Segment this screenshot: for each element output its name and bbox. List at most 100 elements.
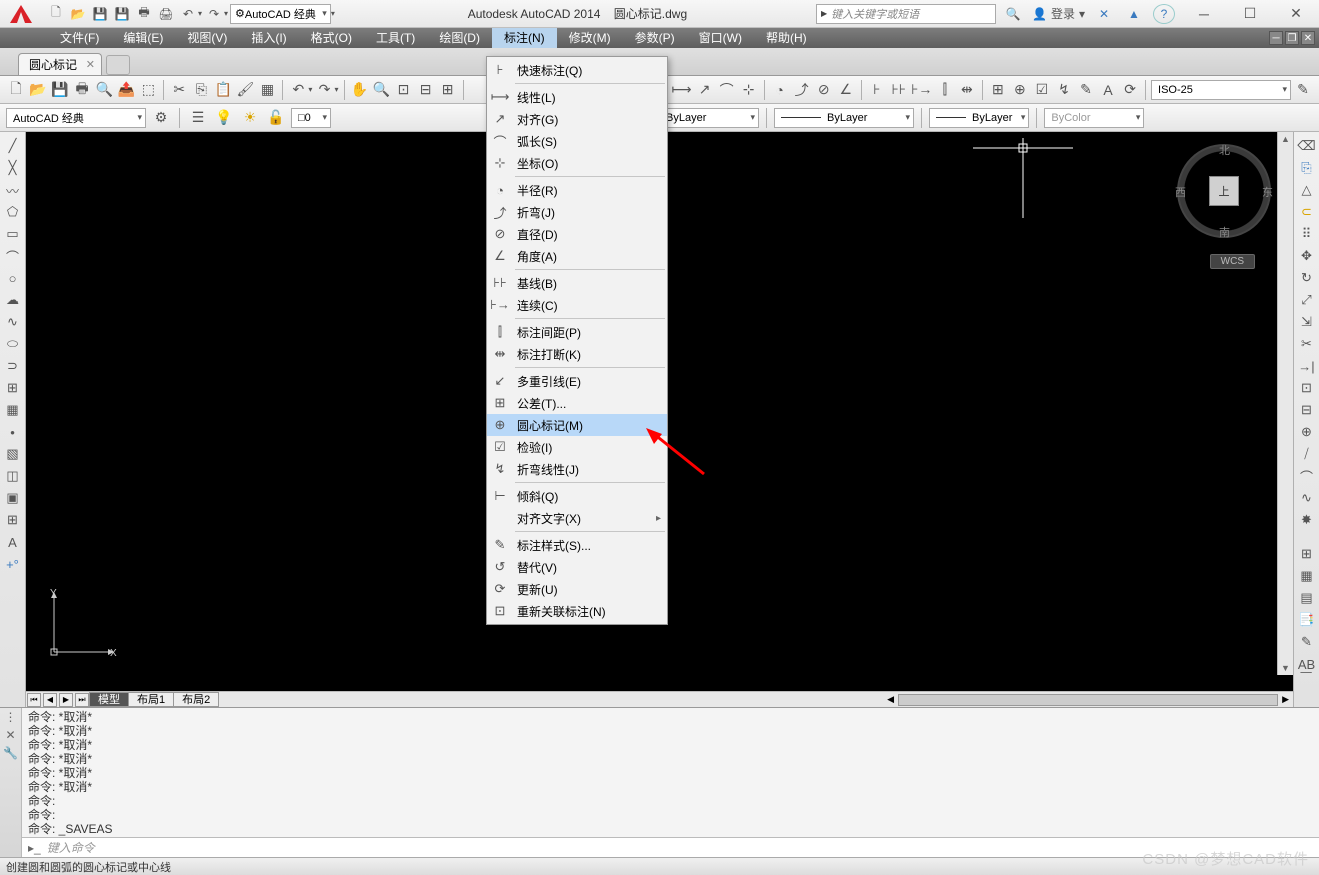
layer-color-swatch[interactable]: □ 0 [291,108,331,128]
menu-item-更新[interactable]: ⟳更新(U) [487,578,667,600]
menu-标注[interactable]: 标注(N) [492,28,557,48]
workspace-selector[interactable]: ⚙ AutoCAD 经典 [230,4,331,24]
linetype-combo[interactable]: ByLayer [659,108,759,128]
gear-icon[interactable]: ⚙ [150,107,172,129]
layer-freeze-icon[interactable]: ☀ [239,107,261,129]
layer-lock-icon[interactable]: 🔓 [265,107,287,129]
doc-restore-icon[interactable]: ❐ [1285,31,1299,45]
menu-item-线性[interactable]: ⟼线性(L) [487,86,667,108]
block-icon[interactable]: ▦ [2,400,24,420]
viewcube-top-face[interactable]: 上 [1209,176,1239,206]
menu-item-坐标[interactable]: ⊹坐标(O) [487,152,667,174]
xline-icon[interactable]: ╳ [2,158,24,178]
gradient-icon[interactable]: ◫ [2,466,24,486]
copy-icon[interactable]: ⎘ [191,79,211,101]
redo-icon[interactable]: ↷ [314,79,334,101]
qat-more[interactable]: ▾ [331,9,335,18]
search-button-icon[interactable]: 🔍 [1002,4,1024,24]
menu-item-弧长[interactable]: ⌒弧长(S) [487,130,667,152]
command-history[interactable]: 命令: *取消*命令: *取消*命令: *取消*命令: *取消*命令: *取消*… [22,708,1319,837]
tpal-icon[interactable]: ▤ [1296,588,1318,608]
menu-修改[interactable]: 修改(M) [557,28,623,48]
app-menu-icon[interactable] [0,0,42,28]
layout1-tab[interactable]: 布局1 [128,692,174,707]
dim-arc-icon[interactable]: ⌒ [717,79,737,101]
menu-item-多重引线[interactable]: ↙多重引线(E) [487,370,667,392]
stretch-icon[interactable]: ⇲ [1296,312,1318,332]
mtext-icon[interactable]: A [2,532,24,552]
dim-dia-icon[interactable]: ⊘ [814,79,834,101]
new-icon[interactable]: 🗋 [6,79,26,101]
layer-on-icon[interactable]: 💡 [213,107,235,129]
search-input[interactable]: 键入关键字或短语 [816,4,996,24]
dimstyle-mgr-icon[interactable]: ✎ [1293,79,1313,101]
workspace-combo[interactable]: AutoCAD 经典 [6,108,146,128]
menu-item-圆心标记[interactable]: ⊕圆心标记(M) [487,414,667,436]
signin-button[interactable]: 👤 登录 ▾ [1032,5,1085,22]
move-icon[interactable]: ✥ [1296,246,1318,266]
a360-icon[interactable]: ▲ [1123,4,1145,24]
sheet-icon[interactable]: 📑 [1296,610,1318,630]
dim-space-icon[interactable]: ⫿ [935,79,955,101]
menu-参数[interactable]: 参数(P) [623,28,687,48]
zoom-rt-icon[interactable]: 🔍 [371,79,391,101]
cut-icon[interactable]: ✂ [169,79,189,101]
dim-quick-icon[interactable]: ⊦ [867,79,887,101]
dim-ord-icon[interactable]: ⊹ [739,79,759,101]
print-preview-icon[interactable]: 🖨 [156,4,176,24]
zoom-ext-icon[interactable]: ⊞ [438,79,458,101]
zoom-win-icon[interactable]: ⊡ [394,79,414,101]
menu-item-标注间距[interactable]: ⫿标注间距(P) [487,321,667,343]
revcloud-icon[interactable]: ☁ [2,290,24,310]
doc-minimize-icon[interactable]: ─ [1269,31,1283,45]
publish-icon[interactable]: 📤 [116,79,136,101]
paste-icon[interactable]: 📋 [213,79,233,101]
dimstyle-combo[interactable]: ISO-25 [1151,80,1291,100]
dim-tedit-icon[interactable]: A [1098,79,1118,101]
spline-icon[interactable]: ∿ [2,312,24,332]
pline-icon[interactable]: 〰 [2,180,24,200]
dim-radius-icon[interactable]: ◔ [770,79,790,101]
tab-last-icon[interactable]: ⏭ [75,693,89,707]
block-icon[interactable]: ▦ [257,79,277,101]
command-input[interactable]: 键入命令 [47,839,1313,856]
window-minimize-icon[interactable]: ─ [1181,0,1227,28]
menu-item-折弯[interactable]: ⤴折弯(J) [487,201,667,223]
cmd-wrench-icon[interactable]: 🔧 [3,746,18,760]
zoom-prev-icon[interactable]: ⊟ [416,79,436,101]
dim-center-icon[interactable]: ⊕ [1010,79,1030,101]
document-tab[interactable]: 圆心标记 ✕ [18,53,102,75]
join-icon[interactable]: ⊕ [1296,422,1318,442]
polygon-icon[interactable]: ⬠ [2,202,24,222]
menu-插入[interactable]: 插入(I) [239,28,298,48]
window-maximize-icon[interactable]: ☐ [1227,0,1273,28]
rectangle-icon[interactable]: ▭ [2,224,24,244]
point-icon[interactable]: • [2,422,24,442]
offset-icon[interactable]: ⊂ [1296,202,1318,222]
dim-align-icon[interactable]: ↗ [695,79,715,101]
calc-icon[interactable]: A͟B [1296,654,1318,674]
table-icon[interactable]: ⊞ [2,510,24,530]
cmd-close-icon[interactable]: ✕ [5,728,15,742]
bycolor-combo[interactable]: ByColor [1044,108,1144,128]
array-icon[interactable]: ⠿ [1296,224,1318,244]
extend-icon[interactable]: →| [1296,356,1318,376]
dim-cont-icon[interactable]: ⊦→ [911,79,933,101]
dim-linear-icon[interactable]: ⟼ [671,79,693,101]
undo-icon[interactable]: ↶ [288,79,308,101]
horizontal-scrollbar[interactable]: ⏮ ◀ ▶ ⏭ 模型 布局1 布局2 ◀ ▶ [26,691,1293,707]
dim-break-icon[interactable]: ⇹ [957,79,977,101]
menu-item-连续[interactable]: ⊦→连续(C) [487,294,667,316]
menu-窗口[interactable]: 窗口(W) [687,28,754,48]
model-tab[interactable]: 模型 [89,692,129,707]
menu-帮助[interactable]: 帮助(H) [754,28,819,48]
dsgn-icon[interactable]: ▦ [1296,566,1318,586]
menu-item-替代[interactable]: ↺替代(V) [487,556,667,578]
fillet-icon[interactable]: ⌒ [1296,466,1318,486]
menu-item-对齐[interactable]: ↗对齐(G) [487,108,667,130]
erase-icon[interactable]: ⌫ [1296,136,1318,156]
rotate-icon[interactable]: ↻ [1296,268,1318,288]
ellipse-icon[interactable]: ⬭ [2,334,24,354]
ellipse-arc-icon[interactable]: ⊃ [2,356,24,376]
dim-angle-icon[interactable]: ∠ [836,79,856,101]
